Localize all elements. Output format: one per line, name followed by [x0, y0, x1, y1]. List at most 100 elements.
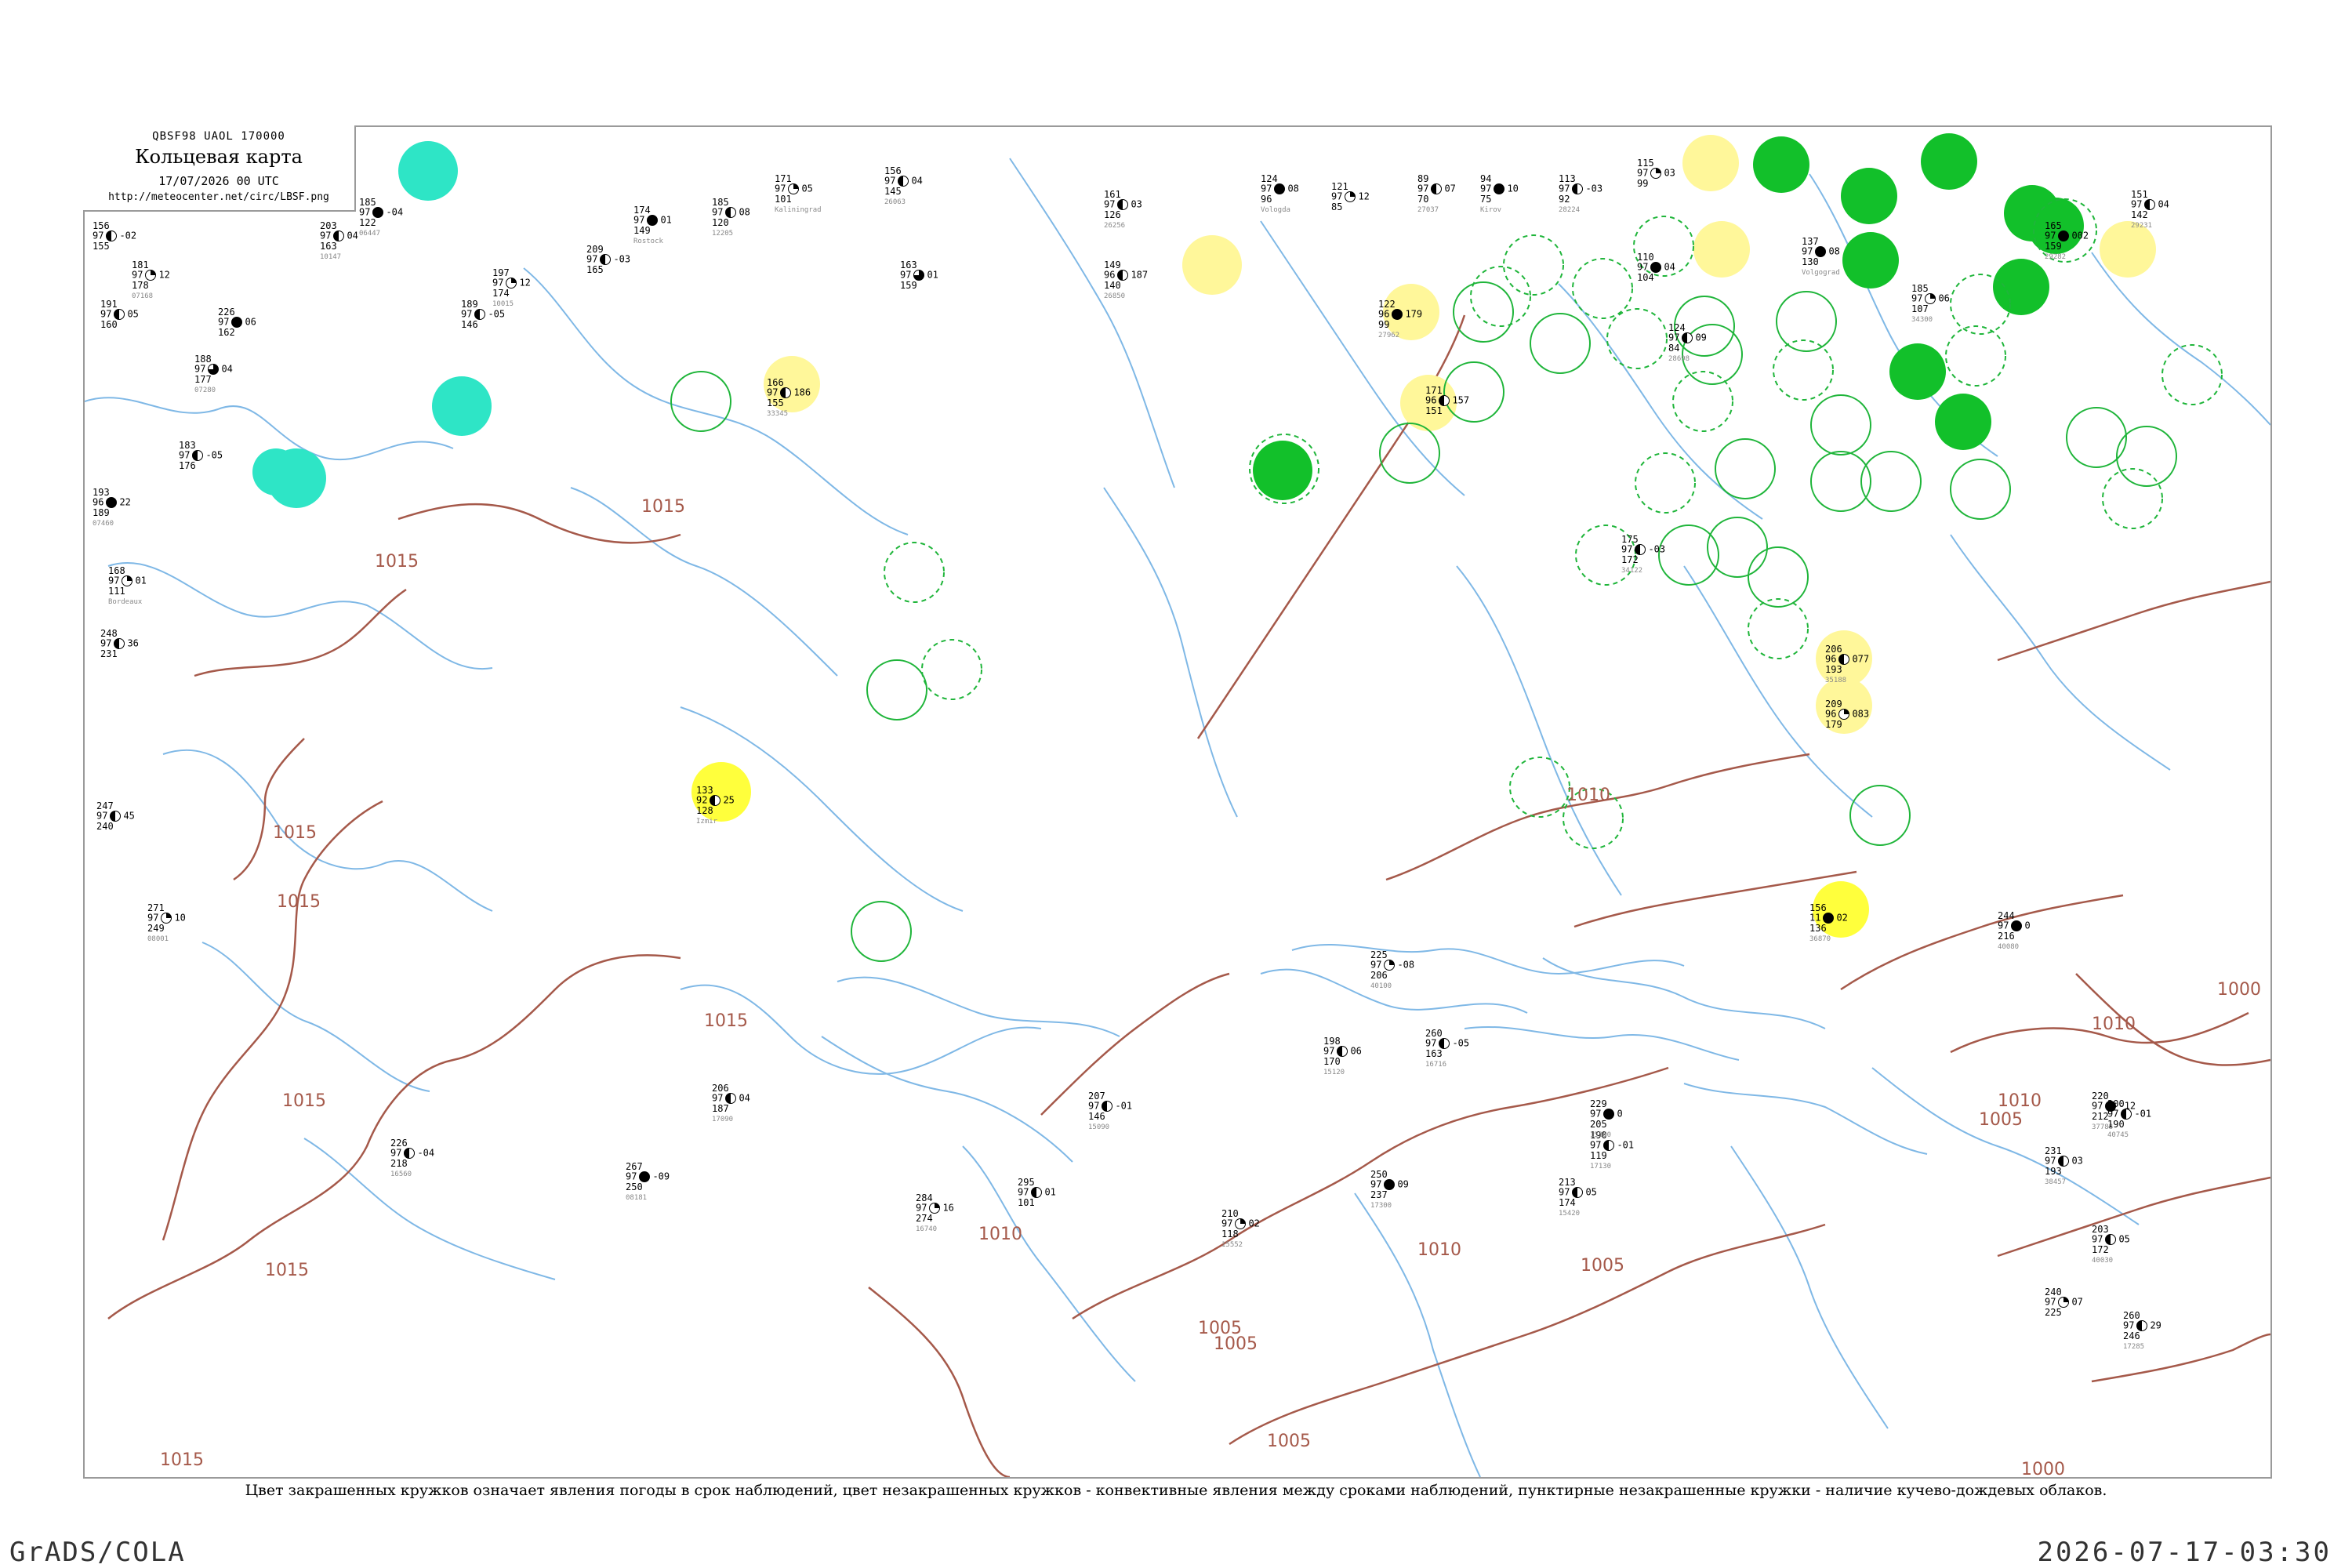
legend-note: Цвет закрашенных кружков означает явлени…: [245, 1482, 2107, 1499]
isobar-label: 1005: [1581, 1256, 1624, 1276]
station-plot: 193 96 22 189 07460: [93, 488, 131, 528]
station-tendency: 04: [221, 363, 233, 375]
station-dewpoint: 97: [390, 1147, 402, 1159]
station-dewpoint: 97: [1637, 167, 1649, 179]
station-tendency: -05: [205, 449, 223, 461]
station-visibility: 128: [696, 805, 713, 816]
isobar-label: 1015: [277, 892, 321, 912]
station-name: 15090: [1088, 1123, 1110, 1131]
station-visibility: 165: [586, 264, 604, 275]
station-visibility: 274: [916, 1213, 933, 1224]
isobar-label: 1005: [1267, 1432, 1311, 1451]
cloud-cover-icon: [2058, 1297, 2070, 1308]
station-dewpoint: 97: [2092, 1233, 2103, 1245]
station-name: 33345: [767, 410, 789, 418]
station-plot: 168 97 01 111 Bordeaux: [108, 566, 147, 607]
station-dewpoint: 97: [1323, 1045, 1335, 1057]
station-tendency: -03: [1585, 183, 1603, 194]
station-tendency: 04: [739, 1092, 750, 1104]
station-plot: 94 97 10 75 Kirov: [1480, 174, 1519, 215]
station-name: 34122: [1621, 567, 1643, 575]
station-tendency: 29: [2150, 1319, 2161, 1331]
station-visibility: 142: [2131, 209, 2148, 220]
station-name: 38457: [2045, 1178, 2067, 1186]
station-dewpoint: 97: [132, 269, 143, 281]
cloud-cover-icon: [780, 387, 792, 398]
cloud-cover-icon: [1925, 293, 1936, 304]
station-plot: 250 97 09 237 17300: [1370, 1170, 1409, 1210]
station-visibility: 75: [1480, 194, 1492, 205]
cloud-cover-icon: [106, 230, 118, 241]
cloud-cover-icon: [1274, 183, 1286, 194]
station-dewpoint: 97: [1637, 261, 1649, 273]
station-visibility: 231: [100, 648, 118, 659]
station-visibility: 84: [1668, 343, 1680, 354]
cloud-cover-icon: [929, 1203, 941, 1214]
station-plot: 244 97 0 216 40080: [1998, 911, 2031, 952]
cloud-cover-icon: [192, 450, 204, 461]
cloud-cover-icon: [1392, 309, 1403, 320]
station-plot: 231 97 03 193 38457: [2045, 1146, 2083, 1187]
isobar-label: 1015: [265, 1261, 309, 1280]
station-visibility: 187: [712, 1103, 729, 1114]
station-tendency: 06: [1938, 292, 1950, 304]
station-name: 10147: [320, 253, 342, 261]
cloud-cover-icon: [2011, 920, 2023, 931]
cloud-cover-icon: [1603, 1140, 1615, 1151]
isobar-label: 1010: [1998, 1091, 2042, 1111]
station-plot: 171 96 157 151: [1425, 386, 1469, 417]
isobar-label: 1015: [641, 497, 685, 517]
station-name: Bordeaux: [108, 598, 143, 606]
station-visibility: 122: [359, 217, 376, 228]
station-name: 08181: [626, 1194, 648, 1202]
station-plot: 156 97 -02 155: [93, 221, 136, 252]
station-tendency: 002: [2071, 230, 2089, 241]
station-plot: 203 97 05 172 40030: [2092, 1225, 2130, 1265]
station-plot: 197 97 12 174 10015: [492, 268, 531, 309]
station-tendency: -01: [1115, 1100, 1133, 1112]
station-dewpoint: 97: [461, 308, 473, 320]
station-dewpoint: 97: [2045, 1155, 2056, 1167]
station-dewpoint: 97: [2107, 1108, 2119, 1120]
station-visibility: 104: [1637, 272, 1654, 283]
cloud-cover-icon: [1102, 1101, 1113, 1112]
cloud-cover-icon: [2058, 230, 2070, 241]
station-visibility: 163: [320, 241, 337, 252]
rivers: [85, 158, 2270, 1477]
map-title-box: QBSF98 UAOL 170000 Кольцевая карта 17/07…: [83, 125, 356, 212]
station-visibility: 96: [1261, 194, 1272, 205]
cloud-cover-icon: [1384, 960, 1396, 971]
isobar-label: 1000: [2217, 980, 2261, 1000]
isobar-label: 1015: [160, 1450, 204, 1470]
cloud-cover-icon: [1117, 199, 1129, 210]
cloud-cover-icon: [1838, 709, 1850, 720]
cloud-cover-icon: [1572, 1187, 1584, 1198]
station-visibility: 155: [767, 397, 784, 408]
isobar-label: 1005: [1979, 1110, 2023, 1130]
station-tendency: 04: [911, 175, 923, 187]
station-name: 40100: [1370, 982, 1392, 990]
station-dewpoint: 97: [2131, 198, 2143, 210]
station-name: 17285: [2123, 1343, 2145, 1351]
station-plot: 295 97 01 101: [1018, 1178, 1056, 1209]
cloud-cover-icon: [1650, 262, 1662, 273]
station-visibility: 149: [633, 225, 651, 236]
station-plot: 124 97 09 84 28698: [1668, 323, 1707, 364]
cloud-cover-icon: [1682, 332, 1693, 343]
station-name: Rostock: [633, 238, 663, 245]
station-visibility: 237: [1370, 1189, 1388, 1200]
station-dewpoint: 97: [1104, 198, 1116, 210]
station-visibility: 126: [1104, 209, 1121, 220]
station-plot: 133 92 25 128 Izmir: [696, 786, 735, 826]
cloud-cover-icon: [913, 270, 925, 281]
station-plot: 113 97 -03 92 28224: [1559, 174, 1602, 215]
station-dewpoint: 97: [492, 277, 504, 289]
cloud-cover-icon: [114, 309, 125, 320]
cloud-cover-icon: [2144, 199, 2156, 210]
station-plot: 163 97 01 159: [900, 260, 938, 292]
station-plot: 191 97 05 160: [100, 299, 139, 331]
station-tendency: -05: [1452, 1037, 1470, 1049]
station-plot: 226 97 -04 218 16560: [390, 1138, 434, 1179]
cloud-cover-icon: [1031, 1187, 1043, 1198]
station-tendency: 12: [519, 277, 531, 289]
